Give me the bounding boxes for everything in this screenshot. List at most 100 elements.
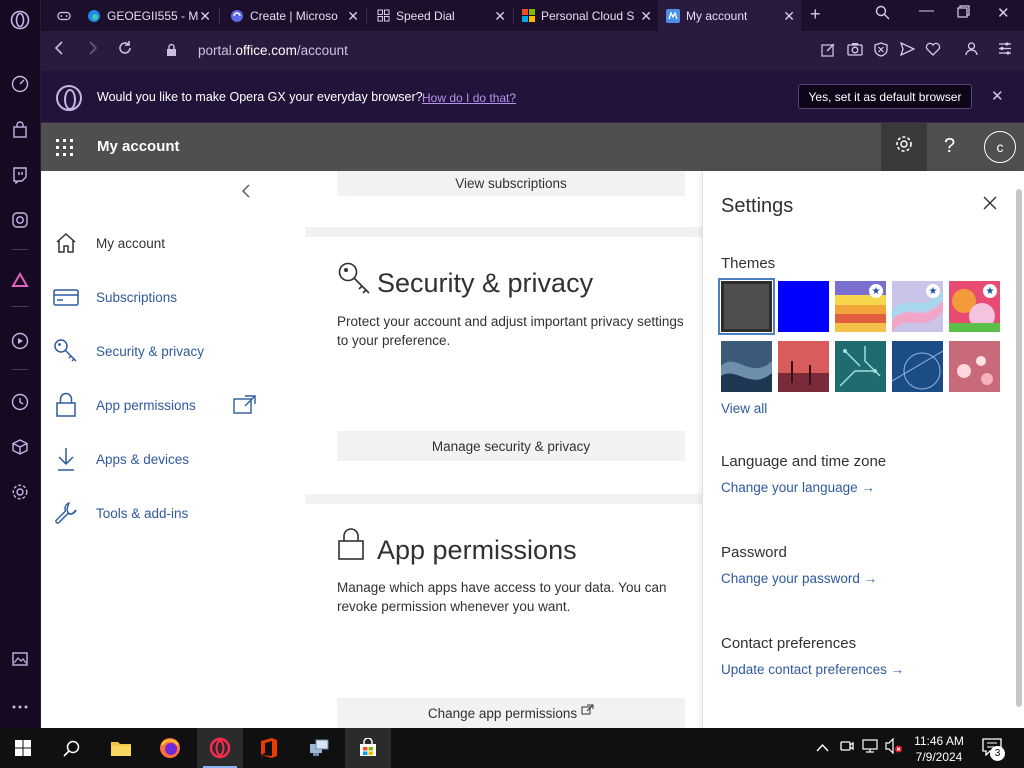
- manage-security-button[interactable]: Manage security & privacy: [337, 431, 685, 461]
- pink-abstract-theme-swatch[interactable]: ★: [949, 281, 1000, 332]
- close-settings-icon[interactable]: [983, 193, 997, 216]
- send-icon[interactable]: [899, 41, 916, 59]
- set-default-button[interactable]: Yes, set it as default browser: [798, 84, 972, 109]
- url-field[interactable]: portal.office.com/account: [198, 43, 348, 58]
- change-language-link[interactable]: Change your language →: [721, 480, 875, 495]
- tab-strip: GEOEGII555 - M ✕ Create | Microso ✕ Spee…: [41, 0, 1024, 31]
- meet-now-icon[interactable]: [840, 738, 854, 757]
- windows-start-icon[interactable]: [0, 728, 46, 768]
- nav-item-tools-addins[interactable]: Tools & add-ins: [52, 498, 188, 528]
- nav-item-apps-devices[interactable]: Apps & devices: [52, 444, 189, 474]
- instagram-icon[interactable]: [9, 209, 31, 231]
- palm-sunset-theme-swatch[interactable]: [778, 341, 829, 392]
- tab-personal-cloud[interactable]: Personal Cloud S ✕: [513, 0, 658, 31]
- tab-title: Speed Dial: [396, 8, 455, 23]
- tab-create-microsoft[interactable]: Create | Microso ✕: [222, 0, 365, 31]
- help-button[interactable]: ?: [944, 135, 955, 158]
- update-contact-label: Update contact preferences: [721, 662, 887, 677]
- nav-item-my-account[interactable]: My account: [52, 228, 165, 258]
- dismiss-bar-close-icon[interactable]: ✕: [991, 87, 1004, 105]
- blueprint-theme-swatch[interactable]: [892, 341, 943, 392]
- ad-block-shield-icon[interactable]: [874, 42, 888, 60]
- history-icon[interactable]: [9, 391, 31, 413]
- view-subscriptions-button[interactable]: View subscriptions: [337, 171, 685, 196]
- sidebar-divider: [12, 249, 28, 250]
- opera-logo-icon[interactable]: [9, 9, 31, 31]
- restore-icon[interactable]: [957, 5, 970, 22]
- contact-preferences-heading: Contact preferences: [721, 635, 857, 652]
- tab-speed-dial[interactable]: Speed Dial ✕: [368, 0, 512, 31]
- search-tabs-icon[interactable]: [875, 5, 890, 24]
- shopping-bag-icon[interactable]: [9, 119, 31, 141]
- profile-icon[interactable]: [965, 42, 978, 59]
- lock-icon[interactable]: [166, 42, 177, 62]
- circuit-theme-swatch[interactable]: [835, 341, 886, 392]
- edge-icon: [87, 9, 101, 23]
- minimize-icon[interactable]: —: [919, 2, 934, 19]
- edit-icon[interactable]: [821, 42, 836, 60]
- new-tab-plus-icon[interactable]: +: [810, 4, 821, 25]
- how-do-i-link[interactable]: How do I do that?: [422, 91, 516, 105]
- settings-button[interactable]: [881, 123, 927, 171]
- nav-item-app-permissions[interactable]: App permissions: [52, 390, 196, 420]
- collapse-nav-chevron-icon[interactable]: [241, 183, 251, 204]
- rainbow-swirl-theme-swatch[interactable]: ★: [892, 281, 943, 332]
- arrow-right-icon: →: [861, 480, 875, 495]
- search-icon[interactable]: [48, 728, 94, 768]
- settings-scrollbar[interactable]: [1016, 189, 1022, 707]
- wallpaper-icon[interactable]: [9, 648, 31, 670]
- change-password-link[interactable]: Change your password →: [721, 571, 877, 586]
- change-app-permissions-button[interactable]: Change app permissions: [337, 698, 685, 728]
- extensions-cube-icon[interactable]: [9, 436, 31, 458]
- view-all-themes-link[interactable]: View all: [721, 401, 767, 416]
- more-dots-icon[interactable]: [9, 696, 31, 718]
- external-link-icon[interactable]: [233, 395, 257, 420]
- dark-gray-theme-swatch[interactable]: [718, 278, 775, 335]
- microsoft-store-icon[interactable]: [345, 728, 391, 768]
- nav-item-subscriptions[interactable]: Subscriptions: [52, 282, 177, 312]
- bokeh-theme-swatch[interactable]: [949, 341, 1000, 392]
- close-tab-icon[interactable]: ✕: [199, 8, 211, 25]
- gx-controller-tab-icon[interactable]: [49, 0, 79, 31]
- file-explorer-icon[interactable]: [98, 728, 144, 768]
- close-tab-icon[interactable]: ✕: [347, 8, 359, 25]
- update-contact-preferences-link[interactable]: Update contact preferences →: [721, 662, 904, 677]
- volume-muted-icon[interactable]: [885, 737, 903, 757]
- reload-icon[interactable]: [117, 40, 133, 61]
- close-tab-icon[interactable]: ✕: [640, 8, 652, 25]
- avatar[interactable]: c: [984, 131, 1016, 163]
- system-clock[interactable]: 11:46 AM 7/9/2024: [906, 733, 972, 765]
- tab-my-account[interactable]: My account ✕: [658, 0, 801, 31]
- settings-gear-icon[interactable]: [9, 481, 31, 503]
- twitch-icon[interactable]: [9, 164, 31, 186]
- show-hidden-icons-chevron-icon[interactable]: [816, 739, 829, 755]
- office-icon[interactable]: [246, 728, 292, 768]
- close-tab-icon[interactable]: ✕: [783, 8, 795, 25]
- firefox-icon[interactable]: [147, 728, 193, 768]
- ocean-wave-theme-swatch[interactable]: [721, 341, 772, 392]
- security-privacy-card: Security & privacy Protect your account …: [305, 237, 702, 494]
- nav-item-security-privacy[interactable]: Security & privacy: [52, 336, 204, 366]
- forward-icon[interactable]: [87, 40, 99, 61]
- app-launcher-waffle-icon[interactable]: [56, 139, 73, 156]
- sunset-stripes-theme-swatch[interactable]: ★: [835, 281, 886, 332]
- back-icon[interactable]: [53, 40, 65, 61]
- aria-icon[interactable]: [9, 269, 31, 291]
- subscriptions-card: View subscriptions: [305, 171, 702, 227]
- network-icon[interactable]: [862, 738, 878, 757]
- speedometer-icon[interactable]: [9, 73, 31, 95]
- close-window-icon[interactable]: ✕: [997, 4, 1010, 22]
- nav-item-label: Subscriptions: [96, 289, 178, 305]
- clock-time: 11:46 AM: [914, 734, 964, 748]
- blue-theme-swatch[interactable]: [778, 281, 829, 332]
- camera-icon[interactable]: [847, 42, 863, 59]
- tab-divider: [219, 7, 220, 24]
- default-browser-bar: Would you like to make Opera GX your eve…: [41, 71, 1024, 123]
- heart-icon[interactable]: [925, 42, 941, 59]
- player-icon[interactable]: [9, 330, 31, 352]
- opera-gx-taskbar-icon[interactable]: [197, 728, 243, 768]
- network-computer-icon[interactable]: [296, 728, 342, 768]
- close-tab-icon[interactable]: ✕: [494, 8, 506, 25]
- tab-geoegii[interactable]: GEOEGII555 - M ✕: [79, 0, 217, 31]
- easy-setup-icon[interactable]: [998, 42, 1012, 58]
